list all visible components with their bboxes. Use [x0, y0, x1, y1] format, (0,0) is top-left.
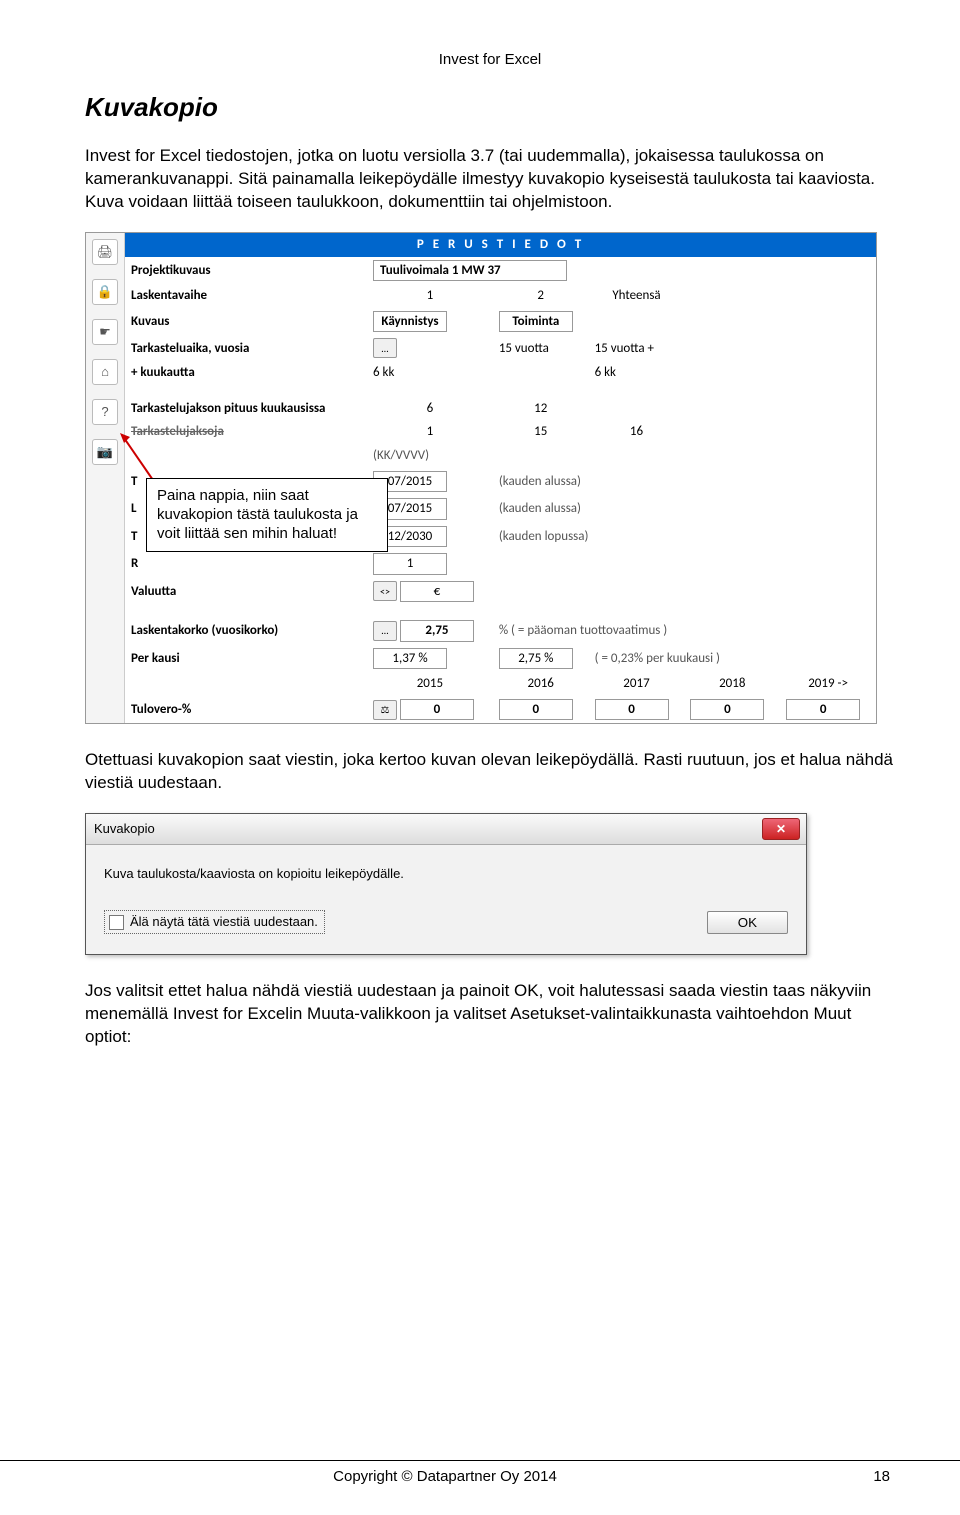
camera-icon[interactable]: 📷: [92, 439, 118, 465]
pituus-1: 6: [367, 397, 493, 421]
dont-show-again-checkbox[interactable]: Älä näytä tätä viestiä uudestaan.: [104, 910, 325, 934]
checkbox-label: Älä näytä tätä viestiä uudestaan.: [130, 913, 318, 931]
dialog-title-text: Kuvakopio: [94, 821, 155, 836]
perkausi-note: ( = 0,23% per kuukausi ): [589, 645, 876, 673]
paragraph-2: Otettuasi kuvakopion saat viestin, joka …: [85, 749, 895, 795]
jaksoja-2: 15: [493, 420, 589, 444]
lock-icon[interactable]: 🔒: [92, 279, 118, 305]
year-2015: 2015: [367, 672, 493, 696]
ok-button[interactable]: OK: [707, 911, 788, 934]
dialog-titlebar: Kuvakopio ✕: [86, 814, 806, 845]
dots-button-1[interactable]: …: [373, 338, 397, 358]
paragraph-3: Jos valitsit ettet halua nähdä viestiä u…: [85, 980, 895, 1049]
laskentavaihe-1: 1: [367, 284, 493, 308]
r-value[interactable]: 1: [373, 553, 447, 575]
label-laskentavaihe: Laskentavaihe: [125, 284, 367, 308]
laskentavaihe-yht: Yhteensä: [589, 284, 685, 308]
pituus-2: 12: [493, 397, 589, 421]
date-3-note: (kauden lopussa): [493, 523, 876, 551]
year-2018: 2018: [684, 672, 780, 696]
label-projektikuvaus: Projektikuvaus: [125, 257, 367, 285]
print-icon[interactable]: 🖨: [92, 239, 118, 265]
kkvvvv-label: (KK/VVVV): [367, 444, 493, 468]
label-perkausi: Per kausi: [125, 645, 367, 673]
dots-button-2[interactable]: …: [373, 621, 397, 641]
label-tarkasteluaika: Tarkasteluaika, vuosia: [125, 335, 367, 361]
hand-icon[interactable]: ☛: [92, 319, 118, 345]
scale-button[interactable]: ⚖: [373, 700, 397, 720]
label-valuutta: Valuutta: [125, 578, 367, 606]
page-header: Invest for Excel: [85, 50, 895, 70]
tulovero-2016[interactable]: 0: [499, 699, 573, 721]
label-jaksoja: Tarkastelujaksoja: [125, 420, 367, 444]
hidden-r: R: [125, 550, 367, 578]
year-2019: 2019 ->: [780, 672, 876, 696]
page-footer: Copyright © Datapartner Oy 2014 18: [0, 1460, 960, 1487]
help-icon[interactable]: ?: [92, 399, 118, 425]
tulovero-2015[interactable]: 0: [400, 699, 474, 721]
label-tulovero: Tulovero-%: [125, 696, 367, 724]
dialog-message: Kuva taulukosta/kaaviosta on kopioitu le…: [104, 865, 788, 883]
label-kuvaus: Kuvaus: [125, 308, 367, 336]
date-2-note: (kauden alussa): [493, 495, 876, 523]
swap-button[interactable]: <>: [373, 581, 397, 601]
kuvakopio-dialog: Kuvakopio ✕ Kuva taulukosta/kaaviosta on…: [85, 813, 807, 955]
projektikuvaus-value[interactable]: Tuulivoimala 1 MW 37: [373, 260, 567, 282]
year-2017: 2017: [589, 672, 685, 696]
tarkastelu-3: 15 vuotta +: [589, 335, 685, 361]
tulovero-2018[interactable]: 0: [690, 699, 764, 721]
korko-value[interactable]: 2,75: [400, 620, 474, 642]
paragraph-1: Invest for Excel tiedostojen, jotka on l…: [85, 145, 895, 214]
year-2016: 2016: [493, 672, 589, 696]
tarkastelu-2: 15 vuotta: [493, 335, 589, 361]
checkbox-icon[interactable]: [109, 915, 124, 930]
valuutta-value[interactable]: €: [400, 581, 474, 603]
label-pluskk: + kuukautta: [125, 361, 367, 385]
footer-page-number: 18: [830, 1467, 960, 1487]
pluskk-3: 6 kk: [589, 361, 685, 385]
jaksoja-1: 1: [367, 420, 493, 444]
perustiedot-title-bar: P E R U S T I E D O T: [125, 233, 876, 257]
callout-box: Paina nappia, niin saat kuvakopion tästä…: [146, 478, 388, 552]
label-pituus: Tarkastelujakson pituus kuukausissa: [125, 397, 367, 421]
footer-copyright: Copyright © Datapartner Oy 2014: [60, 1467, 830, 1487]
perkausi-2: 2,75 %: [499, 648, 573, 670]
jaksoja-3: 16: [589, 420, 685, 444]
kuvaus-1[interactable]: Käynnistys: [373, 311, 447, 333]
section-heading: Kuvakopio: [85, 90, 895, 125]
tulovero-2019[interactable]: 0: [786, 699, 860, 721]
laskentavaihe-2: 2: [493, 284, 589, 308]
date-1-note: (kauden alussa): [493, 468, 876, 496]
perkausi-1: 1,37 %: [373, 648, 447, 670]
kuvaus-2[interactable]: Toiminta: [499, 311, 573, 333]
tulovero-2017[interactable]: 0: [595, 699, 669, 721]
korko-note: % ( = pääoman tuottovaatimus ): [493, 617, 876, 645]
home-icon[interactable]: ⌂: [92, 359, 118, 385]
label-korko: Laskentakorko (vuosikorko): [125, 617, 367, 645]
close-icon[interactable]: ✕: [762, 818, 800, 840]
perustiedot-screenshot: 🖨 🔒 ☛ ⌂ ? 📷 P E R U S T I E D O T Projek…: [85, 232, 877, 724]
pluskk-1: 6 kk: [367, 361, 493, 385]
